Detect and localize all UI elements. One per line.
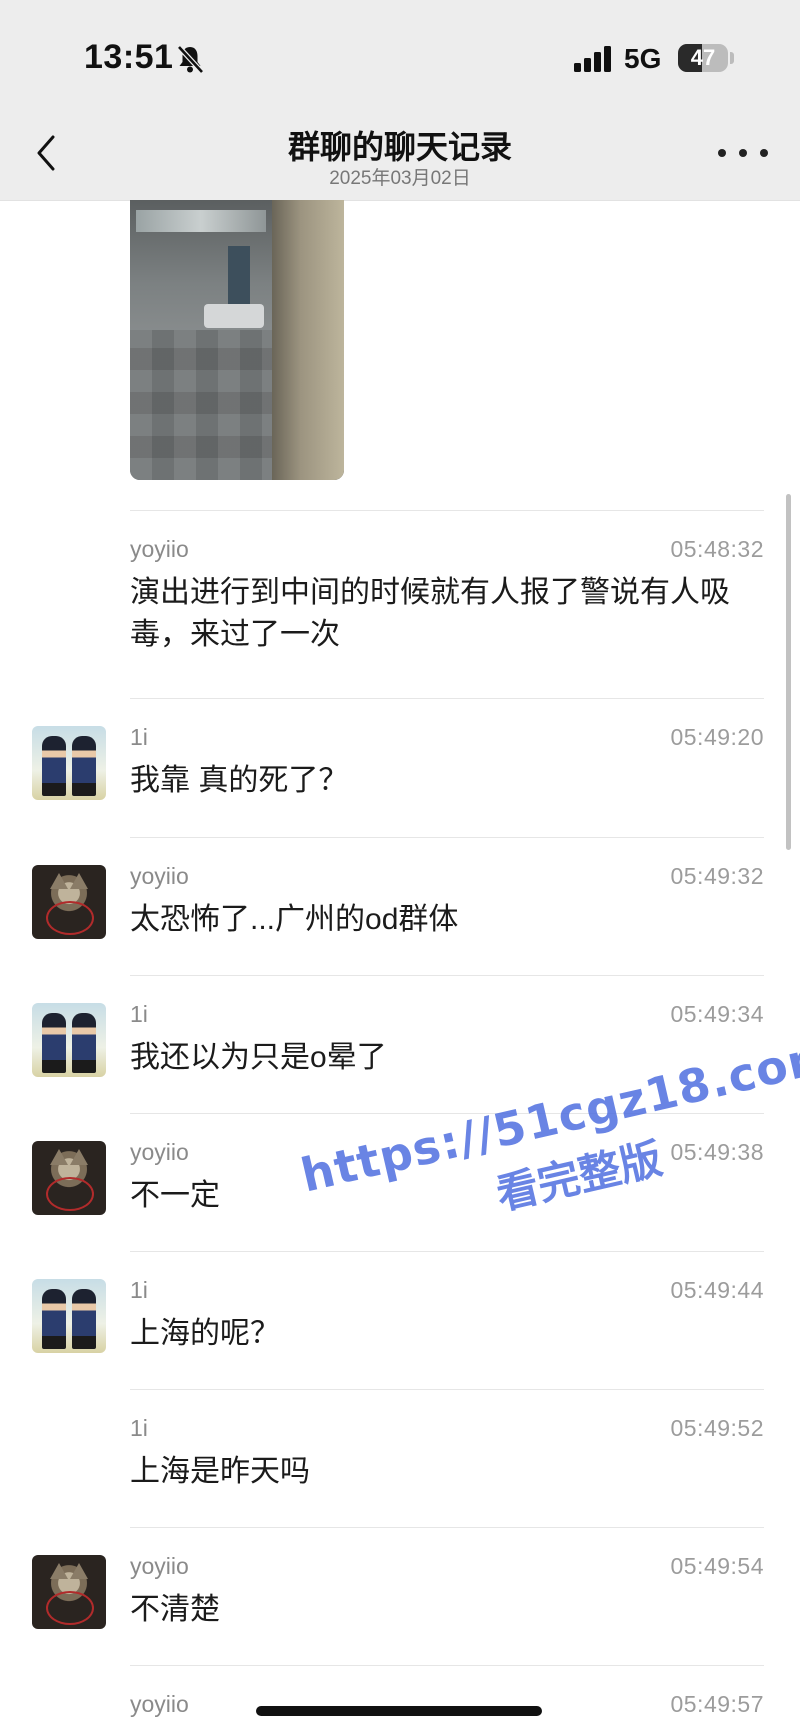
- message-divider: [130, 837, 764, 838]
- sender-name[interactable]: 1i: [130, 1277, 148, 1304]
- message-time: 05:49:20: [670, 724, 764, 750]
- sender-name[interactable]: yoyiio: [130, 1139, 189, 1166]
- avatar-detail: [70, 1563, 88, 1579]
- more-dots-icon: [718, 149, 726, 157]
- photo-detail: [136, 210, 266, 232]
- avatar[interactable]: [32, 1141, 106, 1215]
- message-row[interactable]: yoyiio 05:48:32 演出进行到中间的时候就有人报了警说有人吸毒，来过了一…: [0, 510, 800, 651]
- shared-photo[interactable]: [130, 200, 344, 480]
- battery-indicator: 47: [678, 44, 728, 72]
- avatar-detail: [50, 873, 68, 889]
- message-time: 05:49:34: [670, 1001, 764, 1027]
- avatar-detail: [72, 1289, 96, 1349]
- avatar-detail: [70, 1149, 88, 1165]
- message-divider: [130, 1527, 764, 1528]
- battery-tip: [730, 52, 734, 64]
- message-time: 05:48:32: [670, 536, 764, 562]
- message-row[interactable]: yoyiio 05:49:54 不清楚: [0, 1527, 800, 1657]
- sender-name[interactable]: 1i: [130, 1001, 148, 1028]
- battery-level: 47: [690, 45, 716, 70]
- avatar-detail: [42, 736, 66, 796]
- message-divider: [130, 1251, 764, 1252]
- more-dots-icon: [739, 149, 747, 157]
- bell-slash-icon: [177, 45, 204, 74]
- message-row[interactable]: 1i 05:49:44 上海的呢？: [0, 1251, 800, 1381]
- avatar[interactable]: [32, 865, 106, 939]
- message-row[interactable]: 1i 05:49:52 上海是昨天吗: [0, 1389, 800, 1519]
- message-divider: [130, 510, 764, 511]
- message-text[interactable]: 我靠 真的死了？: [130, 760, 750, 802]
- message-row[interactable]: 1i 05:49:20 我靠 真的死了？: [0, 698, 800, 828]
- more-dots-icon: [760, 149, 768, 157]
- photo-detail: [272, 200, 344, 480]
- message-time: 05:49:32: [670, 863, 764, 889]
- avatar-detail: [50, 1149, 68, 1165]
- message-divider: [130, 1389, 764, 1390]
- message-text[interactable]: 演出进行到中间的时候就有人报了警说有人吸毒，来过了一次: [130, 572, 750, 656]
- page-subtitle: 2025年03月02日: [329, 168, 471, 189]
- page-title: 群聊的聊天记录: [287, 129, 512, 165]
- avatar-detail: [46, 1591, 94, 1625]
- photo-detail: [204, 304, 264, 328]
- sender-name[interactable]: yoyiio: [130, 1691, 189, 1718]
- chat-history-list[interactable]: yoyiio 05:48:32 演出进行到中间的时候就有人报了警说有人吸毒，来过了一…: [0, 200, 800, 1736]
- sender-name[interactable]: yoyiio: [130, 863, 189, 890]
- avatar-detail: [72, 1013, 96, 1073]
- message-text[interactable]: 上海的呢？: [130, 1313, 750, 1355]
- message-time: 05:49:54: [670, 1553, 764, 1579]
- photo-detail: [228, 246, 250, 306]
- avatar-detail: [46, 1177, 94, 1211]
- signal-bars-icon: [574, 46, 611, 72]
- avatar-detail: [50, 1563, 68, 1579]
- scrollbar[interactable]: [786, 494, 791, 850]
- status-time: 13:51: [84, 38, 174, 76]
- message-time: 05:49:57: [670, 1691, 764, 1717]
- avatar[interactable]: [32, 726, 106, 800]
- message-divider: [130, 698, 764, 699]
- network-type: 5G: [624, 43, 662, 74]
- sender-name[interactable]: 1i: [130, 1415, 148, 1442]
- home-indicator[interactable]: [256, 1706, 542, 1716]
- avatar-detail: [46, 901, 94, 935]
- top-bar: 13:51 5G 47 群聊的聊天记录 2025年03月02日: [0, 0, 800, 201]
- message-time: 05:49:52: [670, 1415, 764, 1441]
- message-divider: [130, 975, 764, 976]
- avatar-detail: [42, 1289, 66, 1349]
- avatar[interactable]: [32, 1003, 106, 1077]
- avatar-detail: [42, 1013, 66, 1073]
- message-row[interactable]: yoyiio 05:49:57: [0, 1665, 800, 1736]
- chevron-left-icon: [37, 135, 55, 171]
- message-text[interactable]: 不清楚: [130, 1589, 750, 1631]
- message-text[interactable]: 太恐怖了...广州的od群体: [130, 899, 750, 941]
- message-time: 05:49:44: [670, 1277, 764, 1303]
- back-button[interactable]: [26, 128, 66, 178]
- sender-name[interactable]: 1i: [130, 724, 148, 751]
- message-divider: [130, 1665, 764, 1666]
- sender-name[interactable]: yoyiio: [130, 1553, 189, 1580]
- more-button[interactable]: [718, 140, 768, 166]
- avatar[interactable]: [32, 1279, 106, 1353]
- message-row[interactable]: yoyiio 05:49:32 太恐怖了...广州的od群体: [0, 837, 800, 967]
- avatar[interactable]: [32, 1555, 106, 1629]
- avatar-detail: [72, 736, 96, 796]
- avatar-detail: [70, 873, 88, 889]
- message-text[interactable]: 上海是昨天吗: [130, 1451, 750, 1493]
- sender-name[interactable]: yoyiio: [130, 536, 189, 563]
